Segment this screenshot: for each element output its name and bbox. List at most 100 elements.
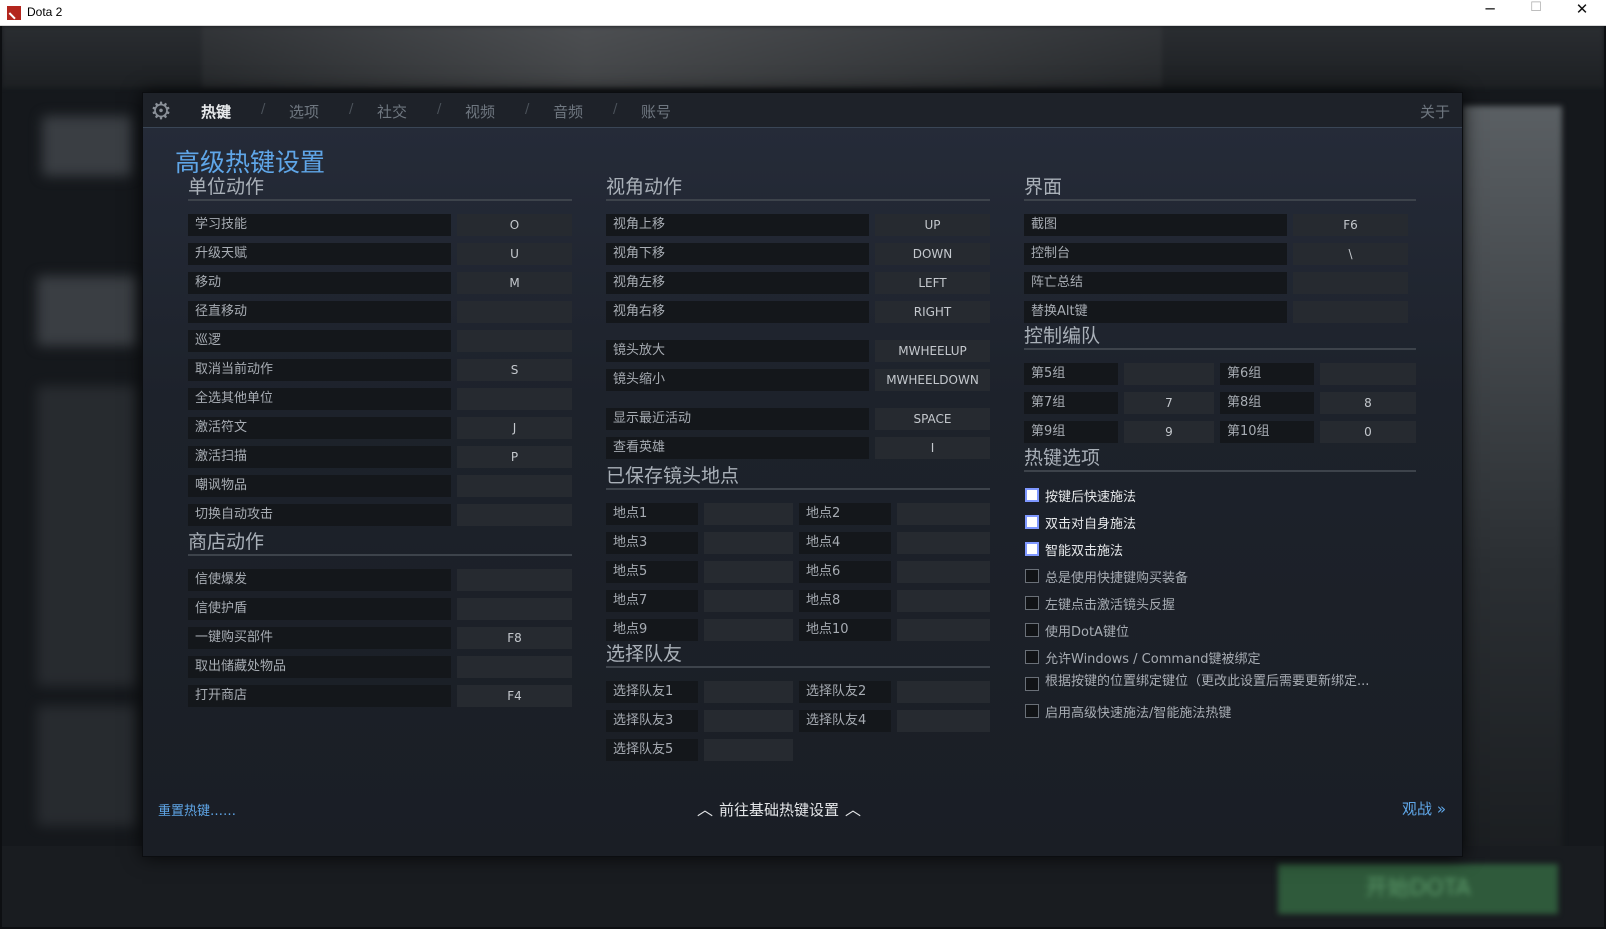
- hotkey-label: 地点1: [606, 503, 698, 525]
- hotkey-label: 控制台: [1024, 243, 1287, 265]
- section-divider: [1024, 199, 1416, 201]
- hotkey-binding[interactable]: U: [457, 243, 572, 265]
- hotkey-binding[interactable]: 9: [1124, 421, 1214, 443]
- hotkey-binding[interactable]: [897, 532, 990, 554]
- hotkey-label: 视角右移: [606, 301, 869, 323]
- hotkey-binding[interactable]: [897, 710, 990, 732]
- hotkey-binding[interactable]: [457, 388, 572, 410]
- hotkey-binding[interactable]: [1320, 363, 1416, 385]
- hotkey-label: 信使护盾: [188, 598, 451, 620]
- hotkey-binding[interactable]: [704, 710, 793, 732]
- section-divider: [606, 199, 990, 201]
- about-link[interactable]: 关于: [1420, 101, 1450, 122]
- hotkey-binding[interactable]: [704, 532, 793, 554]
- unit-actions-title: 单位动作: [188, 176, 265, 198]
- hotkey-binding[interactable]: S: [457, 359, 572, 381]
- hotkey-binding[interactable]: [1293, 272, 1408, 294]
- hotkey-binding[interactable]: I: [875, 437, 990, 459]
- hotkey-binding[interactable]: DOWN: [875, 243, 990, 265]
- hotkey-binding[interactable]: RIGHT: [875, 301, 990, 323]
- nav-separator: /: [261, 102, 266, 117]
- hotkey-binding[interactable]: [457, 598, 572, 620]
- tab-video[interactable]: 视频: [465, 101, 495, 122]
- hotkey-binding[interactable]: MWHEELDOWN: [875, 369, 990, 391]
- hotkey-binding[interactable]: [457, 569, 572, 591]
- hotkey-binding[interactable]: [897, 561, 990, 583]
- quickcast-checkbox[interactable]: [1025, 488, 1039, 502]
- positional-binding-checkbox[interactable]: [1025, 677, 1039, 691]
- hotkey-label: 选择队友5: [606, 739, 698, 761]
- hotkey-binding[interactable]: MWHEELUP: [875, 340, 990, 362]
- hotkey-binding[interactable]: 7: [1124, 392, 1214, 414]
- hotkey-binding[interactable]: [897, 590, 990, 612]
- left-click-camera-grip-checkbox[interactable]: [1025, 596, 1039, 610]
- window-title: Dota 2: [27, 5, 63, 19]
- tab-options[interactable]: 选项: [289, 101, 319, 122]
- hotkey-binding[interactable]: [457, 330, 572, 352]
- shop-hotkey-checkbox[interactable]: [1025, 569, 1039, 583]
- hotkey-binding[interactable]: [704, 561, 793, 583]
- hotkey-binding[interactable]: [457, 301, 572, 323]
- dota-keys-checkbox[interactable]: [1025, 623, 1039, 637]
- hotkey-binding[interactable]: [457, 475, 572, 497]
- hotkey-label: 第9组: [1024, 421, 1118, 443]
- hotkey-binding[interactable]: \: [1293, 243, 1408, 265]
- watch-link[interactable]: 观战 »: [1402, 798, 1446, 819]
- hotkey-label: 地点7: [606, 590, 698, 612]
- hotkey-binding[interactable]: [897, 503, 990, 525]
- hotkey-label: 地点6: [799, 561, 891, 583]
- hotkey-label: 地点10: [799, 619, 891, 641]
- hotkey-binding[interactable]: SPACE: [875, 408, 990, 430]
- hotkey-binding[interactable]: UP: [875, 214, 990, 236]
- maximize-button[interactable]: ☐: [1513, 0, 1559, 26]
- hotkey-binding[interactable]: [897, 619, 990, 641]
- section-divider: [606, 488, 990, 490]
- tab-audio[interactable]: 音频: [553, 101, 583, 122]
- settings-panel: ⚙ 热键 / 选项 / 社交 / 视频 / 音频 / 账号 关于 高级热键设置 …: [142, 92, 1463, 857]
- basic-hotkeys-link[interactable]: ︿ 前往基础热键设置 ︿: [691, 796, 867, 820]
- control-groups-title: 控制编队: [1024, 325, 1101, 347]
- hotkey-binding[interactable]: LEFT: [875, 272, 990, 294]
- hotkey-binding[interactable]: [704, 681, 793, 703]
- hotkey-binding[interactable]: [1124, 363, 1214, 385]
- smart-double-tap-checkbox[interactable]: [1025, 542, 1039, 556]
- hotkey-binding[interactable]: [704, 590, 793, 612]
- hotkey-binding[interactable]: F4: [457, 685, 572, 707]
- hotkey-binding[interactable]: 8: [1320, 392, 1416, 414]
- hotkey-label: 替换Alt键: [1024, 301, 1287, 323]
- hotkey-binding[interactable]: [704, 619, 793, 641]
- hotkey-label: 查看英雄: [606, 437, 869, 459]
- hotkey-binding[interactable]: F6: [1293, 214, 1408, 236]
- interface-title: 界面: [1024, 176, 1063, 198]
- tab-hotkeys[interactable]: 热键: [201, 101, 231, 122]
- option-label: 双击对自身施法: [1045, 517, 1137, 532]
- hotkey-binding[interactable]: [704, 503, 793, 525]
- hotkey-binding[interactable]: P: [457, 446, 572, 468]
- saved-camera-title: 已保存镜头地点: [606, 465, 740, 487]
- hotkey-binding[interactable]: 0: [1320, 421, 1416, 443]
- hotkey-binding[interactable]: [457, 504, 572, 526]
- hotkey-binding[interactable]: [1293, 301, 1408, 323]
- hotkey-binding[interactable]: M: [457, 272, 572, 294]
- background-topbar: [2, 26, 1604, 88]
- minimize-button[interactable]: ─: [1467, 0, 1513, 26]
- advanced-quickcast-checkbox[interactable]: [1025, 704, 1039, 718]
- reset-hotkeys-link[interactable]: 重置热键……: [158, 800, 236, 819]
- tab-account[interactable]: 账号: [641, 101, 671, 122]
- hotkey-binding[interactable]: [897, 681, 990, 703]
- hotkey-binding[interactable]: J: [457, 417, 572, 439]
- hotkey-label: 一键购买部件: [188, 627, 451, 649]
- allow-windows-key-checkbox[interactable]: [1025, 650, 1039, 664]
- gear-icon[interactable]: ⚙: [149, 99, 173, 123]
- close-button[interactable]: ✕: [1559, 0, 1605, 26]
- option-label: 总是使用快捷键购买装备: [1045, 571, 1189, 586]
- hotkey-binding[interactable]: [457, 656, 572, 678]
- hotkey-binding[interactable]: [704, 739, 793, 761]
- hotkey-binding[interactable]: F8: [457, 627, 572, 649]
- double-tap-self-cast-checkbox[interactable]: [1025, 515, 1039, 529]
- hotkey-label: 显示最近活动: [606, 408, 869, 430]
- hotkey-label: 视角左移: [606, 272, 869, 294]
- hotkey-binding[interactable]: O: [457, 214, 572, 236]
- section-divider: [188, 554, 572, 556]
- tab-social[interactable]: 社交: [377, 101, 407, 122]
